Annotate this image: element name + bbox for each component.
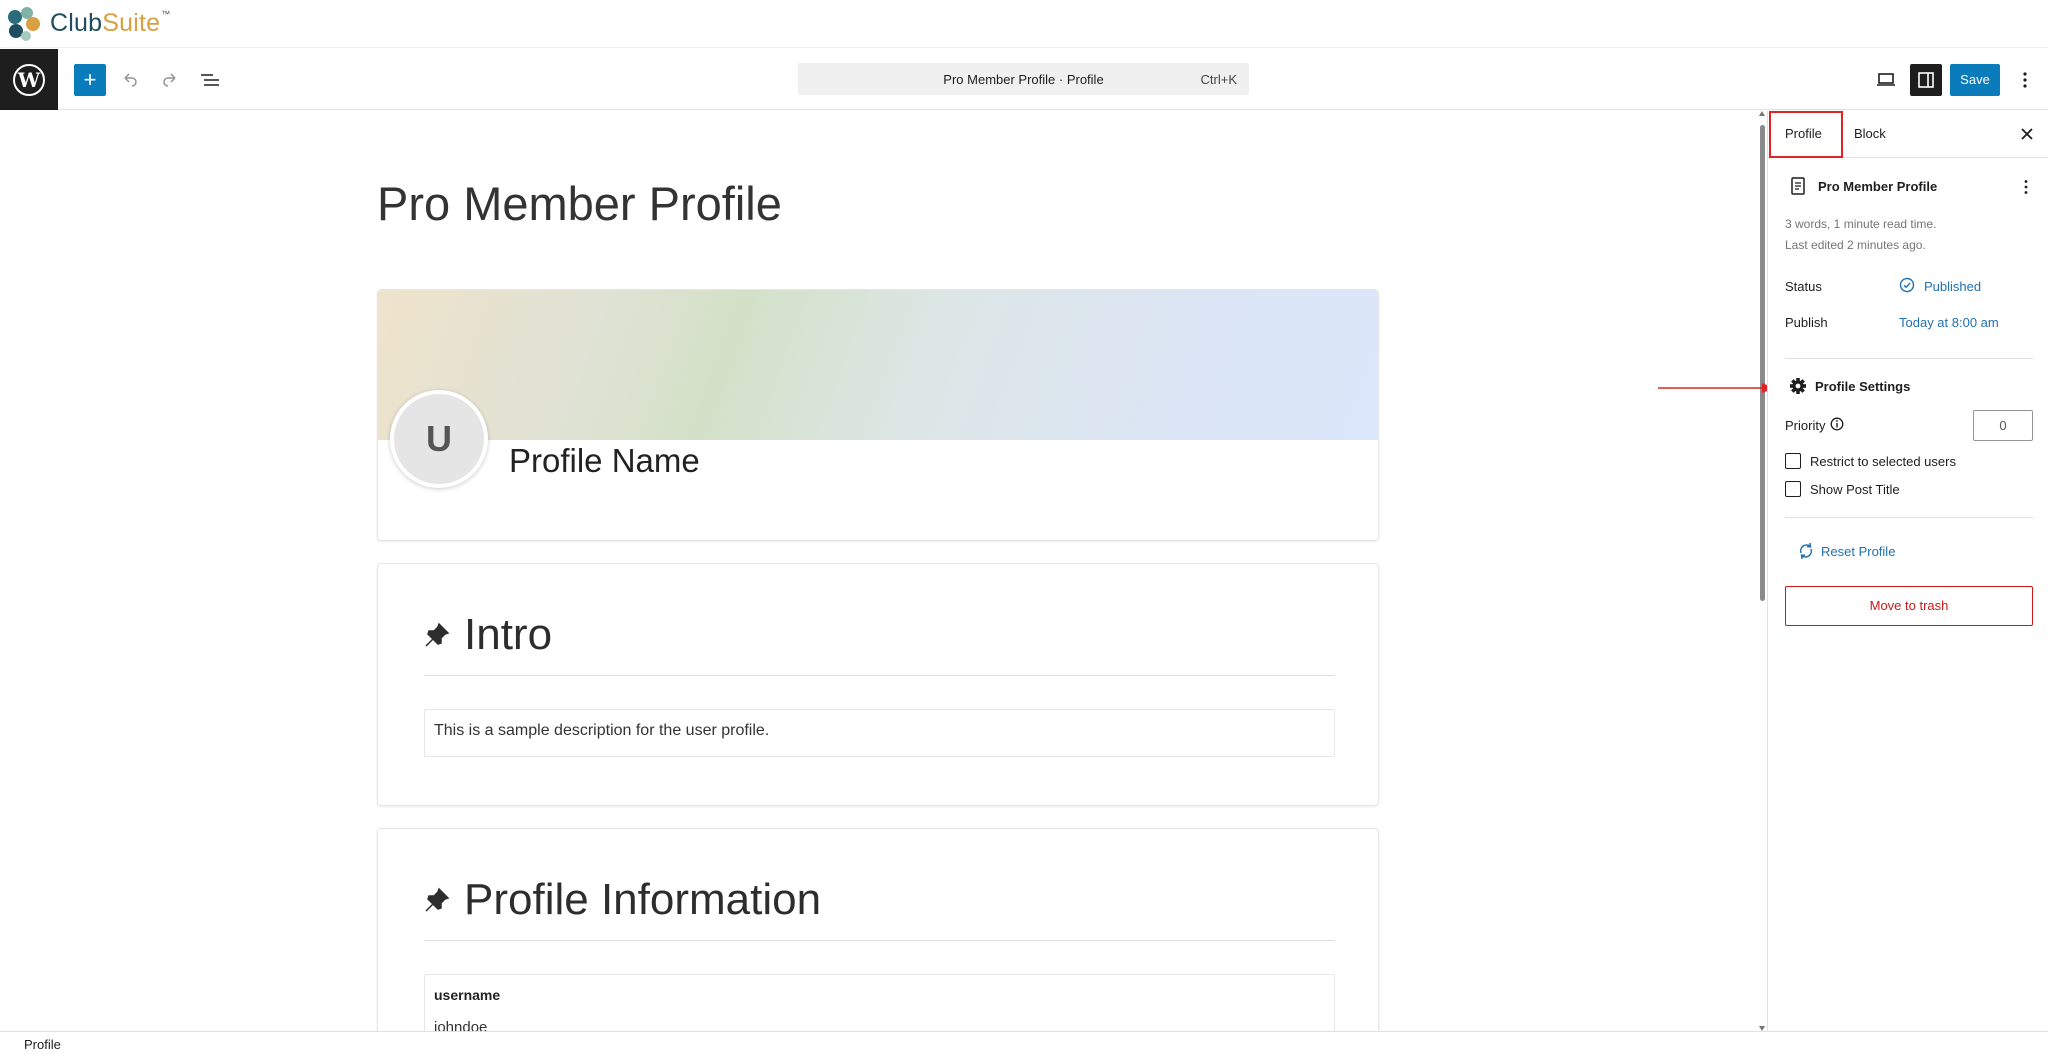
clubsuite-logo-icon bbox=[8, 7, 40, 41]
view-button[interactable] bbox=[1870, 64, 1902, 96]
cover-image bbox=[378, 290, 1378, 440]
priority-input[interactable]: 0 bbox=[1973, 410, 2033, 441]
canvas-scrollbar[interactable] bbox=[1759, 111, 1766, 1031]
restrict-users-label: Restrict to selected users bbox=[1810, 454, 1956, 469]
wordpress-icon: W bbox=[13, 63, 45, 96]
status-label: Status bbox=[1785, 279, 1822, 294]
command-title: Pro Member Profile · Profile bbox=[943, 72, 1104, 87]
brand-name: ClubSuite™ bbox=[50, 9, 171, 37]
document-title: Pro Member Profile bbox=[1818, 179, 1938, 194]
field-label: username bbox=[434, 987, 501, 1003]
sidebar-icon bbox=[1918, 72, 1934, 88]
priority-label: Priority bbox=[1785, 418, 1826, 433]
reset-icon bbox=[1799, 542, 1813, 560]
reset-profile-link[interactable]: Reset Profile bbox=[1821, 544, 1895, 559]
profile-information-block[interactable]: Profile Information username johndoe bbox=[377, 828, 1379, 1031]
pin-icon bbox=[425, 887, 450, 912]
show-post-title-label: Show Post Title bbox=[1810, 482, 1900, 497]
post-title[interactable]: Pro Member Profile bbox=[377, 176, 782, 231]
document-actions-button[interactable] bbox=[2016, 175, 2036, 199]
profile-name: Profile Name bbox=[509, 442, 700, 479]
brand-bar: ClubSuite™ bbox=[0, 0, 2048, 48]
desktop-icon bbox=[1877, 73, 1895, 86]
intro-heading: Intro bbox=[464, 610, 553, 659]
settings-sidebar: Profile Block Pro Member Profile 3 words… bbox=[1767, 111, 2048, 1031]
save-button[interactable]: Save bbox=[1950, 64, 2000, 96]
list-view-icon bbox=[201, 74, 219, 86]
intro-heading-row: Intro bbox=[424, 564, 1335, 676]
options-menu-button[interactable] bbox=[2012, 64, 2038, 96]
username-field[interactable]: username johndoe bbox=[424, 974, 1335, 1031]
divider bbox=[1785, 517, 2033, 518]
info-heading: Profile Information bbox=[464, 875, 822, 924]
show-post-title-checkbox[interactable] bbox=[1785, 481, 1801, 497]
undo-button[interactable] bbox=[114, 64, 146, 96]
undo-icon bbox=[124, 73, 137, 87]
tab-profile[interactable]: Profile bbox=[1785, 126, 1822, 141]
redo-icon bbox=[163, 73, 176, 87]
status-value-link[interactable]: Published bbox=[1924, 279, 1981, 294]
command-palette-bar[interactable]: Pro Member Profile · Profile Ctrl+K bbox=[798, 63, 1249, 95]
info-icon[interactable] bbox=[1830, 417, 1844, 431]
page-icon bbox=[1791, 177, 1805, 195]
last-edited-meta: Last edited 2 minutes ago. bbox=[1785, 238, 1926, 252]
intro-paragraph[interactable]: This is a sample description for the use… bbox=[424, 709, 1335, 757]
editor-canvas: Pro Member Profile U Profile Name Intro … bbox=[0, 111, 1766, 1031]
intro-block[interactable]: Intro This is a sample description for t… bbox=[377, 563, 1379, 806]
move-to-trash-button[interactable]: Move to trash bbox=[1785, 586, 2033, 626]
svg-text:W: W bbox=[17, 68, 41, 92]
publish-date-link[interactable]: Today at 8:00 am bbox=[1899, 315, 1999, 330]
block-breadcrumb[interactable]: Profile bbox=[24, 1037, 61, 1052]
close-icon bbox=[2021, 128, 2033, 140]
divider bbox=[1785, 358, 2033, 359]
profile-settings-title: Profile Settings bbox=[1815, 379, 1911, 394]
scroll-thumb[interactable] bbox=[1760, 125, 1765, 601]
field-value: johndoe bbox=[434, 1019, 488, 1031]
editor-header: W + Pro Member Profile · Profile Ctrl+K … bbox=[0, 49, 2048, 110]
close-sidebar-button[interactable] bbox=[2015, 122, 2039, 146]
publish-label: Publish bbox=[1785, 315, 1828, 330]
add-block-button[interactable]: + bbox=[74, 64, 106, 96]
wordpress-logo-button[interactable]: W bbox=[0, 49, 58, 110]
info-heading-row: Profile Information bbox=[424, 829, 1335, 941]
word-count-meta: 3 words, 1 minute read time. bbox=[1785, 217, 1937, 231]
redo-button[interactable] bbox=[154, 64, 186, 96]
annotation-arrow-icon bbox=[1658, 383, 1774, 393]
restrict-users-checkbox[interactable] bbox=[1785, 453, 1801, 469]
published-check-icon bbox=[1899, 277, 1915, 293]
tab-block[interactable]: Block bbox=[1854, 126, 1886, 141]
settings-sidebar-toggle[interactable] bbox=[1910, 64, 1942, 96]
more-vertical-icon bbox=[2023, 72, 2027, 88]
footer-bar: Profile bbox=[0, 1031, 2048, 1054]
avatar: U bbox=[390, 390, 488, 488]
document-overview-button[interactable] bbox=[194, 64, 226, 96]
scroll-up-icon[interactable] bbox=[1759, 111, 1765, 116]
sidebar-tabs: Profile Block bbox=[1768, 111, 2048, 158]
more-vertical-icon bbox=[2024, 180, 2028, 194]
gear-icon bbox=[1790, 378, 1806, 394]
command-shortcut: Ctrl+K bbox=[1200, 72, 1237, 87]
pin-icon bbox=[425, 622, 450, 647]
profile-header-block[interactable]: U Profile Name bbox=[377, 289, 1379, 541]
